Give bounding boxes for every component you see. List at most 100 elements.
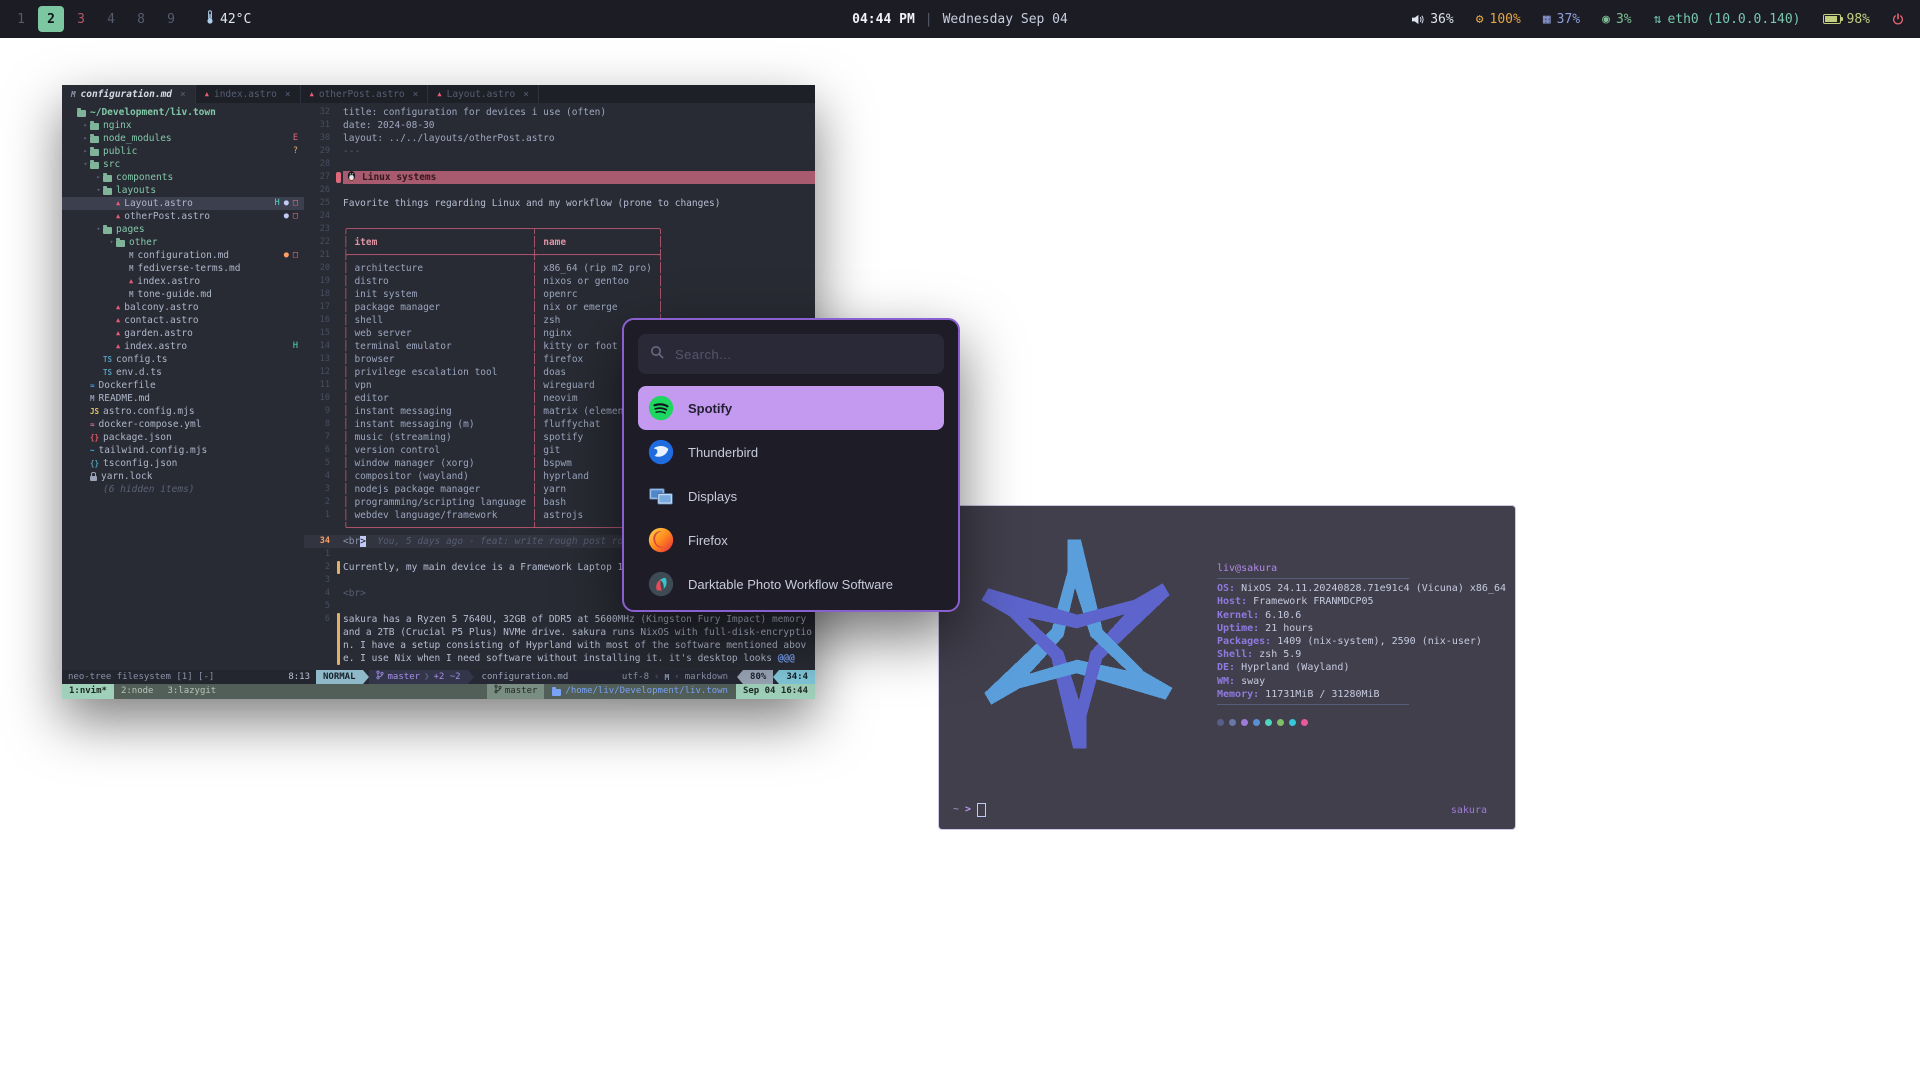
power-module[interactable] [1892, 13, 1904, 25]
cpu-module[interactable]: ◉3% [1602, 12, 1631, 27]
fetch-user-host: liv@sakura [1217, 562, 1507, 575]
tree-item[interactable]: yarn.lock [62, 470, 304, 483]
buffer-line[interactable]: 29--- [304, 145, 815, 158]
launcher-item-darktable[interactable]: Darktable Photo Workflow Software [638, 562, 944, 606]
fetch-terminal[interactable]: liv@sakura OS: NixOS 24.11.20240828.71e9… [938, 505, 1516, 830]
tree-item[interactable]: (6 hidden items) [62, 483, 304, 496]
tree-item[interactable]: ▲index.astroH [62, 340, 304, 353]
workspace-1[interactable]: 1 [8, 6, 34, 32]
tree-item[interactable]: ▲contact.astro [62, 314, 304, 327]
launcher-item-spotify[interactable]: Spotify [638, 386, 944, 430]
memory-icon: ▦ [1543, 13, 1551, 26]
table-row[interactable]: 17│ package manager │ nix or emerge │ [304, 301, 815, 314]
buffer-line[interactable]: 24 [304, 210, 815, 223]
paragraph-line[interactable]: 6sakura has a Ryzen 5 7640U, 32GB of DDR… [304, 613, 815, 665]
memory-module[interactable]: ▦37% [1543, 12, 1580, 27]
penguin-icon [346, 171, 357, 184]
tree-item[interactable]: TSconfig.ts [62, 353, 304, 366]
table-border[interactable]: 21├────────────────────────────────┼────… [304, 249, 815, 262]
fetch-label: Shell: [1217, 649, 1259, 660]
tab-Layout.astro[interactable]: ▲Layout.astro× [428, 85, 539, 103]
clock-module[interactable]: 04:44 PM | Wednesday Sep 04 [852, 12, 1068, 27]
launcher-item-firefox[interactable]: Firefox [638, 518, 944, 562]
tree-item[interactable]: ≈Dockerfile [62, 379, 304, 392]
buffer-line[interactable]: 26 [304, 184, 815, 197]
table-header-row[interactable]: 22│ item │ name │ [304, 236, 815, 249]
buffer-line[interactable]: 31date: 2024-08-30 [304, 119, 815, 132]
tree-item[interactable]: ▸public? [62, 145, 304, 158]
volume-module[interactable]: 36% [1411, 12, 1453, 27]
tab-configuration.md[interactable]: Mconfiguration.md× [62, 85, 196, 103]
tree-item[interactable]: ▾layouts [62, 184, 304, 197]
table-border[interactable]: 23╭────────────────────────────────┬────… [304, 223, 815, 236]
buffer-line[interactable]: 30layout: ../../layouts/otherPost.astro [304, 132, 815, 145]
table-row[interactable]: 20│ architecture │ x86_64 (rip m2 pro) │ [304, 262, 815, 275]
battery-module[interactable]: 98% [1823, 12, 1870, 27]
tmux-session-2:node[interactable]: 2:node [114, 684, 161, 699]
tree-item[interactable]: {}package.json [62, 431, 304, 444]
shell-prompt[interactable]: ~ > [953, 803, 986, 817]
tree-item[interactable]: Mconfiguration.md●□ [62, 249, 304, 262]
tab-close-icon[interactable]: × [180, 88, 186, 101]
docker-compose-icon: ≈ [90, 418, 95, 431]
tailwind-icon: ~ [90, 444, 95, 457]
workspace-2[interactable]: 2 [38, 6, 64, 32]
temperature-module[interactable]: 42°C [206, 10, 251, 28]
tmux-session-1:nvim*[interactable]: 1:nvim* [62, 684, 114, 699]
tree-item[interactable]: TSenv.d.ts [62, 366, 304, 379]
tree-item[interactable]: MREADME.md [62, 392, 304, 405]
markdown-icon: M [129, 288, 134, 301]
tab-close-icon[interactable]: × [413, 88, 419, 101]
workspace-9[interactable]: 9 [158, 6, 184, 32]
fetch-label: Uptime: [1217, 623, 1265, 634]
tree-item-label: tsconfig.json [103, 457, 177, 470]
tree-item[interactable]: ▾pages [62, 223, 304, 236]
tree-item[interactable]: ~/Development/liv.town [62, 106, 304, 119]
tab-otherPost.astro[interactable]: ▲otherPost.astro× [301, 85, 429, 103]
network-module[interactable]: ⇅eth0 (10.0.0.140) [1654, 12, 1801, 27]
tree-item[interactable]: JSastro.config.mjs [62, 405, 304, 418]
tab-label: Layout.astro [447, 88, 516, 101]
heading-line[interactable]: 27Linux systems [304, 171, 815, 184]
tree-item[interactable]: ▲Layout.astroH●□ [62, 197, 304, 210]
tree-item[interactable]: ▾other [62, 236, 304, 249]
tree-item[interactable]: ▾src [62, 158, 304, 171]
launcher-item-displays[interactable]: Displays [638, 474, 944, 518]
search-input[interactable] [673, 346, 932, 363]
git-status-markers: ? [293, 145, 298, 158]
workspace-4[interactable]: 4 [98, 6, 124, 32]
tree-item-label: env.d.ts [116, 366, 162, 379]
brightness-module[interactable]: ⚙100% [1476, 12, 1521, 27]
tree-item[interactable]: ▲otherPost.astro●□ [62, 210, 304, 223]
launcher-item-thunderbird[interactable]: Thunderbird [638, 430, 944, 474]
tree-item[interactable]: Mtone-guide.md [62, 288, 304, 301]
tree-item[interactable]: ~tailwind.config.mjs [62, 444, 304, 457]
buffer-line[interactable]: 32title: configuration for devices i use… [304, 106, 815, 119]
launcher-item-label: Displays [688, 489, 737, 504]
tab-close-icon[interactable]: × [285, 88, 291, 101]
tree-item[interactable]: ▸nginx [62, 119, 304, 132]
tab-close-icon[interactable]: × [523, 88, 529, 101]
tree-item-label: tone-guide.md [138, 288, 212, 301]
table-row[interactable]: 18│ init system │ openrc │ [304, 288, 815, 301]
tree-item[interactable]: ▲balcony.astro [62, 301, 304, 314]
launcher-search[interactable] [638, 334, 944, 374]
buffer-line[interactable]: 28 [304, 158, 815, 171]
tree-item[interactable]: {}tsconfig.json [62, 457, 304, 470]
tmux-session-3:lazygit[interactable]: 3:lazygit [160, 684, 223, 699]
tree-item[interactable]: ▲garden.astro [62, 327, 304, 340]
tree-item[interactable]: ≈docker-compose.yml [62, 418, 304, 431]
tree-item[interactable]: Mfediverse-terms.md [62, 262, 304, 275]
buffer-line[interactable]: 25Favorite things regarding Linux and my… [304, 197, 815, 210]
terminal-color-dot [1229, 719, 1236, 726]
file-encoding: utf-8 [622, 671, 649, 684]
tree-item[interactable]: ▸components [62, 171, 304, 184]
table-row[interactable]: 19│ distro │ nixos or gentoo │ [304, 275, 815, 288]
line-number: 15 [304, 327, 335, 340]
fetch-value: Hyprland (Wayland) [1241, 662, 1349, 673]
tree-item[interactable]: ▸node_modulesE [62, 132, 304, 145]
tab-index.astro[interactable]: ▲index.astro× [196, 85, 301, 103]
tree-item[interactable]: ▲index.astro [62, 275, 304, 288]
workspace-8[interactable]: 8 [128, 6, 154, 32]
workspace-3[interactable]: 3 [68, 6, 94, 32]
